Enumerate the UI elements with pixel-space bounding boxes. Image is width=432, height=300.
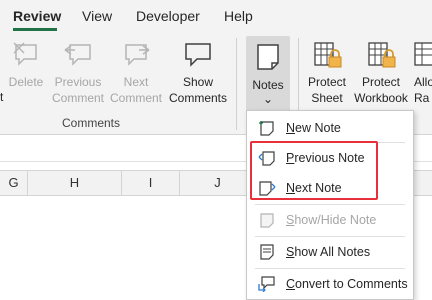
column-header-g[interactable]: G [0,171,28,195]
tab-help[interactable]: Help [224,8,253,24]
convert-to-comments-icon [258,276,275,292]
show-comments-icon [185,43,211,67]
next-comment-label: Next Comment [109,75,162,105]
notes-label: Notes [252,78,284,92]
previous-comment-icon [64,44,91,66]
menu-item-new-note[interactable]: New Note [247,113,413,143]
notes-dropdown-menu: New Note Previous Note Next Note Show/Hi… [246,110,414,300]
active-tab-indicator [13,28,57,31]
chevron-down-icon: ⌄ [262,92,274,106]
protect-sheet-icon [314,42,342,68]
protect-workbook-button[interactable]: Protect Workbook [352,32,410,112]
show-comments-button[interactable]: Show Comments [167,32,229,112]
menu-item-show-all-notes[interactable]: Show All Notes [247,237,413,267]
new-note-label: New Note [286,121,341,135]
show-hide-note-icon [260,213,274,228]
previous-comment-button[interactable]: Previous Comment [52,32,104,112]
protect-sheet-button[interactable]: Protect Sheet [303,32,351,112]
ribbon-tab-bar: Review View Developer Help [0,0,432,32]
column-header-j[interactable]: J [180,171,256,195]
show-all-notes-label: Show All Notes [286,245,371,259]
new-note-icon [259,121,274,136]
menu-item-convert-to-comments[interactable]: Convert to Comments [247,269,413,299]
tab-review[interactable]: Review [13,8,61,24]
delete-comment-icon [13,42,37,66]
protect-workbook-icon [368,42,396,68]
column-header-i[interactable]: I [122,171,180,195]
show-all-notes-icon [260,244,274,260]
delete-comment-button[interactable]: Delete [4,32,48,112]
convert-to-comments-label: Convert to Comments [286,277,408,291]
allow-edit-ranges-label: Allo Ra [414,75,432,105]
protect-sheet-label: Protect Sheet [307,75,346,105]
show-comments-label: Show Comments [168,75,227,105]
delete-label: Delete [8,75,44,89]
previous-comment-label: Previous Comment [52,75,105,105]
allow-edit-ranges-icon [414,42,432,66]
tab-developer[interactable]: Developer [136,8,200,24]
cut-off-button-label: t [0,90,4,104]
column-header-h[interactable]: H [28,171,122,195]
comments-group-label: Comments [62,116,121,130]
protect-workbook-label: Protect Workbook [354,75,408,105]
notes-icon [257,44,279,70]
next-comment-button[interactable]: Next Comment [108,32,164,112]
highlight-box [250,141,378,200]
group-separator [236,38,237,130]
allow-edit-ranges-button[interactable]: Allo Ra [412,32,432,112]
menu-item-show-hide-note[interactable]: Show/Hide Note [247,205,413,235]
tab-view[interactable]: View [82,8,112,24]
show-hide-note-label: Show/Hide Note [286,213,377,227]
next-comment-icon [125,44,150,66]
